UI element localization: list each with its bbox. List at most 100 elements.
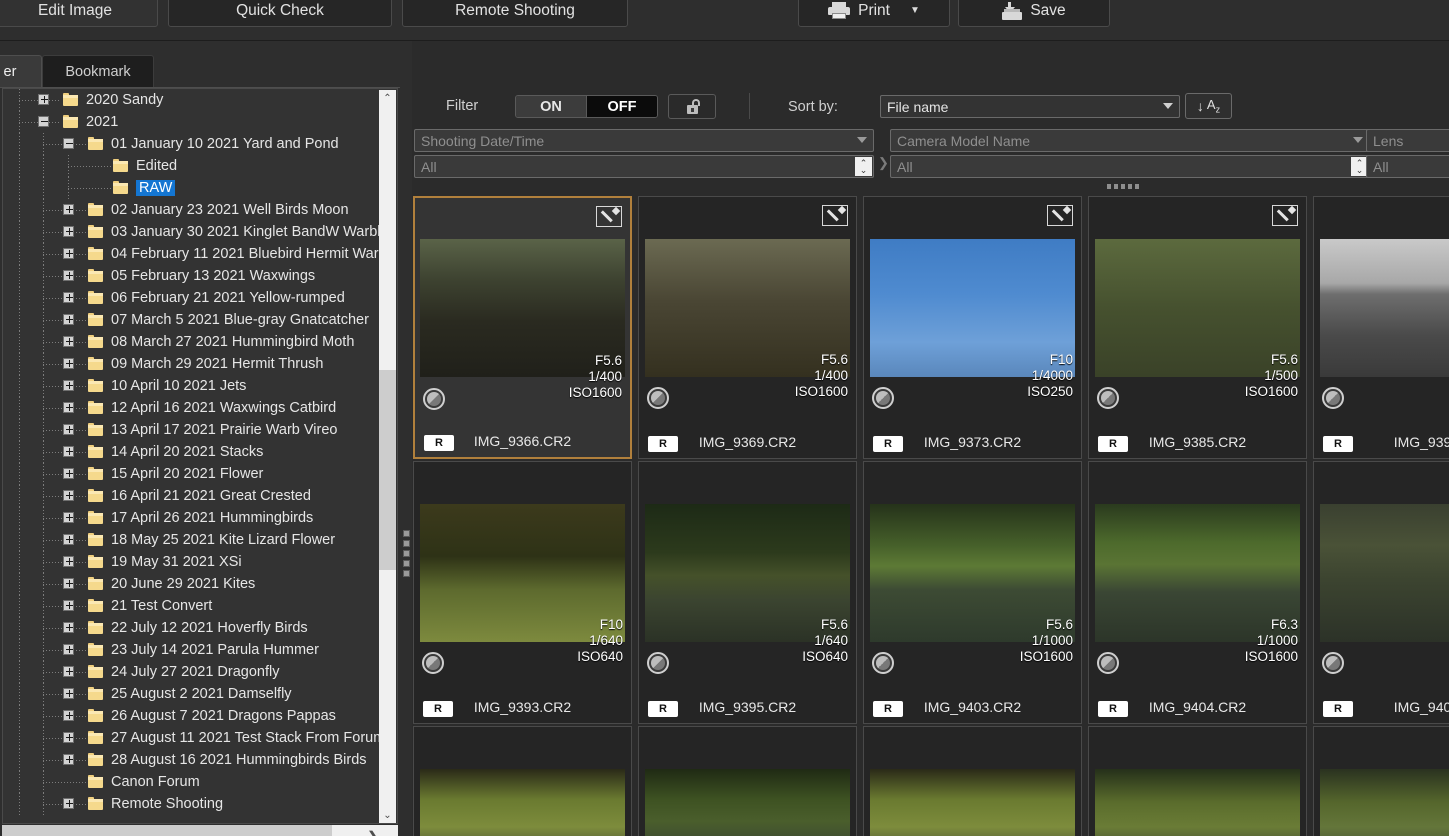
- sort-direction-button[interactable]: ↓ Az: [1185, 93, 1232, 119]
- folder-tree-item[interactable]: 22 July 12 2021 Hoverfly Birds: [3, 617, 381, 639]
- tab-bookmark[interactable]: Bookmark: [42, 55, 154, 88]
- expand-node-icon[interactable]: [63, 336, 74, 347]
- folder-tree-item[interactable]: 10 April 10 2021 Jets: [3, 375, 381, 397]
- expand-node-icon[interactable]: [63, 798, 74, 809]
- folder-tree-item[interactable]: 26 August 7 2021 Dragons Pappas: [3, 705, 381, 727]
- expand-node-icon[interactable]: [63, 424, 74, 435]
- folder-tree-item[interactable]: 23 July 14 2021 Parula Hummer: [3, 639, 381, 661]
- folder-tree-item[interactable]: 19 May 31 2021 XSi: [3, 551, 381, 573]
- folder-tree-item[interactable]: 21 Test Convert: [3, 595, 381, 617]
- folder-tree-item[interactable]: 14 April 20 2021 Stacks: [3, 441, 381, 463]
- folder-tree-item[interactable]: 2021: [3, 111, 381, 133]
- expand-node-icon[interactable]: [63, 402, 74, 413]
- thumbnail-cell[interactable]: [1313, 726, 1449, 836]
- scrollbar-thumb[interactable]: [379, 370, 396, 570]
- expand-node-icon[interactable]: [63, 710, 74, 721]
- folder-tree-item[interactable]: 07 March 5 2021 Blue-gray Gnatcatcher: [3, 309, 381, 331]
- thumbnail-grid[interactable]: F5.61/400ISO1600RIMG_9366.CR2F5.61/400IS…: [412, 196, 1449, 836]
- thumbnail-cell[interactable]: [413, 726, 632, 836]
- thumbnail-image[interactable]: [1320, 769, 1449, 836]
- edit-recipe-icon[interactable]: [822, 205, 848, 226]
- expand-node-icon[interactable]: [63, 534, 74, 545]
- folder-tree-item[interactable]: Canon Forum: [3, 771, 381, 793]
- folder-tree-item[interactable]: 13 April 17 2021 Prairie Warb Vireo: [3, 419, 381, 441]
- print-button[interactable]: Print ▼: [798, 0, 950, 27]
- folder-tree-item[interactable]: 28 August 16 2021 Hummingbirds Birds: [3, 749, 381, 771]
- folder-tree-item[interactable]: 16 April 21 2021 Great Crested: [3, 485, 381, 507]
- thumbnail-cell[interactable]: F5.61/1000ISO1600RIMG_9403.CR2: [863, 461, 1082, 724]
- thumbnail-image[interactable]: [1320, 239, 1449, 377]
- folder-tree-item[interactable]: 09 March 29 2021 Hermit Thrush: [3, 353, 381, 375]
- filter-panel-resize-handle[interactable]: [1107, 184, 1141, 189]
- expand-node-icon[interactable]: [63, 446, 74, 457]
- filter-lock-button[interactable]: [668, 94, 716, 119]
- chevron-down-icon[interactable]: ▼: [910, 5, 920, 16]
- thumbnail-cell[interactable]: F6.31/1000ISO1600RIMG_9404.CR2: [1088, 461, 1307, 724]
- remote-shooting-button[interactable]: Remote Shooting: [402, 0, 628, 27]
- thumbnail-cell[interactable]: F101/640ISO640RIMG_9393.CR2: [413, 461, 632, 724]
- folder-tree-item[interactable]: 15 April 20 2021 Flower: [3, 463, 381, 485]
- folder-tree-item[interactable]: 08 March 27 2021 Hummingbird Moth: [3, 331, 381, 353]
- expand-node-icon[interactable]: [63, 688, 74, 699]
- filter-value-input-2[interactable]: All ⌃⌄: [890, 155, 1370, 178]
- thumbnail-cell[interactable]: F101/4000ISO250RIMG_9373.CR2: [863, 196, 1082, 459]
- expand-node-icon[interactable]: [63, 490, 74, 501]
- check-mark-icon[interactable]: [1322, 387, 1344, 409]
- filter-value-input-3[interactable]: All: [1366, 155, 1449, 178]
- expand-node-icon[interactable]: [63, 468, 74, 479]
- folder-tree-item[interactable]: 27 August 11 2021 Test Stack From Forum: [3, 727, 381, 749]
- folder-tree-horizontal-scrollbar[interactable]: ❯: [2, 825, 398, 836]
- folder-tree[interactable]: 2020 Sandy202101 January 10 2021 Yard an…: [2, 88, 398, 824]
- check-mark-icon[interactable]: [647, 652, 669, 674]
- filter-field-select-3[interactable]: Lens: [1366, 129, 1449, 152]
- scroll-down-button[interactable]: ⌄: [379, 807, 396, 824]
- expand-node-icon[interactable]: [63, 754, 74, 765]
- expand-node-icon[interactable]: [63, 578, 74, 589]
- expand-node-icon[interactable]: [63, 732, 74, 743]
- thumbnail-cell[interactable]: RIMG_939: [1313, 196, 1449, 459]
- expand-node-icon[interactable]: [63, 622, 74, 633]
- check-mark-icon[interactable]: [422, 652, 444, 674]
- tab-folder[interactable]: er: [0, 55, 42, 88]
- folder-tree-item[interactable]: 05 February 13 2021 Waxwings: [3, 265, 381, 287]
- folder-tree-item[interactable]: 17 April 26 2021 Hummingbirds: [3, 507, 381, 529]
- folder-tree-vertical-scrollbar[interactable]: ⌃ ⌄: [379, 90, 396, 824]
- edit-image-button[interactable]: Edit Image: [0, 0, 158, 27]
- folder-tree-item[interactable]: 01 January 10 2021 Yard and Pond: [3, 133, 381, 155]
- thumbnail-cell[interactable]: F5.61/640ISO640RIMG_9395.CR2: [638, 461, 857, 724]
- expand-node-icon[interactable]: [63, 248, 74, 259]
- check-mark-icon[interactable]: [872, 387, 894, 409]
- folder-tree-item[interactable]: RAW: [3, 177, 381, 199]
- thumbnail-cell[interactable]: F5.61/400ISO1600RIMG_9369.CR2: [638, 196, 857, 459]
- edit-recipe-icon[interactable]: [1272, 205, 1298, 226]
- filter-toggle[interactable]: ON OFF: [515, 95, 658, 118]
- expand-node-icon[interactable]: [63, 380, 74, 391]
- thumbnail-cell[interactable]: RIMG_940: [1313, 461, 1449, 724]
- filter-on-button[interactable]: ON: [516, 96, 587, 117]
- expand-node-icon[interactable]: [63, 556, 74, 567]
- thumbnail-cell[interactable]: [863, 726, 1082, 836]
- thumbnail-cell[interactable]: F5.61/400ISO1600RIMG_9366.CR2: [413, 196, 632, 459]
- folder-tree-item[interactable]: 24 July 27 2021 Dragonfly: [3, 661, 381, 683]
- edit-recipe-icon[interactable]: [596, 206, 622, 227]
- expand-node-icon[interactable]: [63, 358, 74, 369]
- folder-tree-item[interactable]: 20 June 29 2021 Kites: [3, 573, 381, 595]
- thumbnail-image[interactable]: [420, 769, 625, 836]
- check-mark-icon[interactable]: [872, 652, 894, 674]
- check-mark-icon[interactable]: [647, 387, 669, 409]
- filter-off-button[interactable]: OFF: [587, 96, 657, 117]
- thumbnail-image[interactable]: [645, 769, 850, 836]
- folder-tree-item[interactable]: 06 February 21 2021 Yellow-rumped: [3, 287, 381, 309]
- expand-node-icon[interactable]: [63, 204, 74, 215]
- collapse-node-icon[interactable]: [63, 138, 74, 149]
- thumbnail-cell[interactable]: F5.61/500ISO1600RIMG_9385.CR2: [1088, 196, 1307, 459]
- thumbnail-image[interactable]: [1320, 504, 1449, 642]
- filter-field-select-1[interactable]: Shooting Date/Time: [414, 129, 874, 152]
- edit-recipe-icon[interactable]: [1047, 205, 1073, 226]
- sort-by-select[interactable]: File name: [880, 95, 1180, 118]
- vertical-splitter-handle[interactable]: [403, 530, 410, 580]
- thumbnail-image[interactable]: [1095, 769, 1300, 836]
- check-mark-icon[interactable]: [1322, 652, 1344, 674]
- expand-node-icon[interactable]: [63, 226, 74, 237]
- expand-node-icon[interactable]: [63, 270, 74, 281]
